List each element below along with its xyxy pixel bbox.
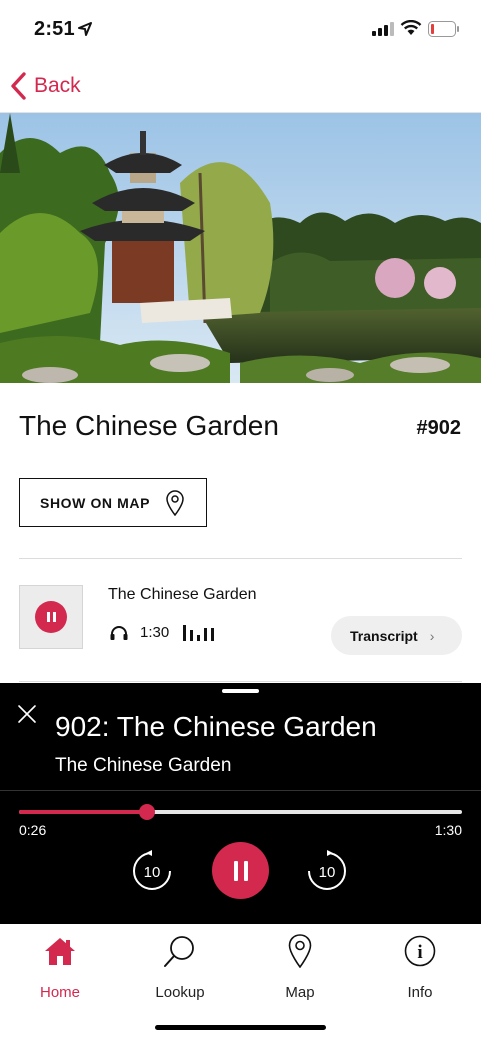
track-duration: 1:30 xyxy=(140,624,170,641)
svg-text:i: i xyxy=(417,942,422,963)
cellular-signal-icon xyxy=(372,22,394,36)
pause-button[interactable] xyxy=(212,842,269,899)
chevron-right-icon: › xyxy=(429,627,435,644)
map-pin-icon xyxy=(166,489,184,516)
tab-map[interactable]: Map xyxy=(255,932,345,1001)
drag-handle[interactable] xyxy=(222,689,259,693)
close-icon[interactable] xyxy=(16,703,38,725)
info-icon: i xyxy=(404,935,436,967)
now-playing-player: 902: The Chinese Garden The Chinese Gard… xyxy=(0,683,481,924)
show-on-map-label: SHOW ON MAP xyxy=(40,494,151,511)
pause-icon xyxy=(35,601,67,633)
battery-icon xyxy=(428,21,459,37)
tab-lookup[interactable]: Lookup xyxy=(135,932,225,1001)
track-title: The Chinese Garden xyxy=(108,586,257,603)
skip-forward-label: 10 xyxy=(319,864,336,881)
tab-bar: Home Lookup Map i Info xyxy=(0,924,481,1042)
section-divider xyxy=(19,558,462,559)
stop-title: The Chinese Garden xyxy=(19,410,279,441)
tab-info[interactable]: i Info xyxy=(375,932,465,1001)
tab-lookup-label: Lookup xyxy=(155,984,205,1001)
home-indicator xyxy=(155,1025,326,1030)
tab-home[interactable]: Home xyxy=(15,932,105,1001)
player-divider xyxy=(0,790,481,791)
status-time: 2:51 xyxy=(34,18,75,40)
wifi-icon xyxy=(400,20,422,35)
back-label: Back xyxy=(34,74,81,97)
time-total: 1:30 xyxy=(434,822,462,838)
status-bar: 2:51 xyxy=(0,0,481,60)
player-title: 902: The Chinese Garden xyxy=(55,711,377,742)
audio-bars-icon xyxy=(183,624,218,641)
home-icon xyxy=(45,938,75,965)
headphones-icon xyxy=(110,625,128,640)
player-subtitle: The Chinese Garden xyxy=(55,755,232,776)
track-meta: 1:30 xyxy=(110,624,218,641)
tab-home-label: Home xyxy=(39,984,80,1001)
search-icon xyxy=(164,936,194,967)
tab-map-label: Map xyxy=(285,984,315,1001)
tab-info-label: Info xyxy=(407,984,433,1001)
progress-knob[interactable] xyxy=(139,804,156,820)
skip-back-label: 10 xyxy=(144,864,161,881)
chevron-left-icon xyxy=(11,72,26,100)
hero-image xyxy=(0,113,481,383)
time-elapsed: 0:26 xyxy=(19,822,47,838)
skip-forward-10-button[interactable]: 10 xyxy=(305,849,349,893)
transcript-label: Transcript xyxy=(350,627,418,644)
back-button[interactable]: Back xyxy=(8,70,81,102)
section-divider xyxy=(19,681,462,682)
progress-slider[interactable] xyxy=(19,804,462,820)
stop-number: #902 xyxy=(416,417,462,439)
map-pin-icon xyxy=(288,934,312,968)
show-on-map-button[interactable]: SHOW ON MAP xyxy=(19,478,207,527)
skip-back-10-button[interactable]: 10 xyxy=(130,849,174,893)
transcript-button[interactable]: Transcript › xyxy=(331,616,462,655)
progress-fill xyxy=(19,810,148,814)
track-play-pause-button[interactable] xyxy=(19,585,83,649)
location-arrow-icon xyxy=(78,22,92,36)
